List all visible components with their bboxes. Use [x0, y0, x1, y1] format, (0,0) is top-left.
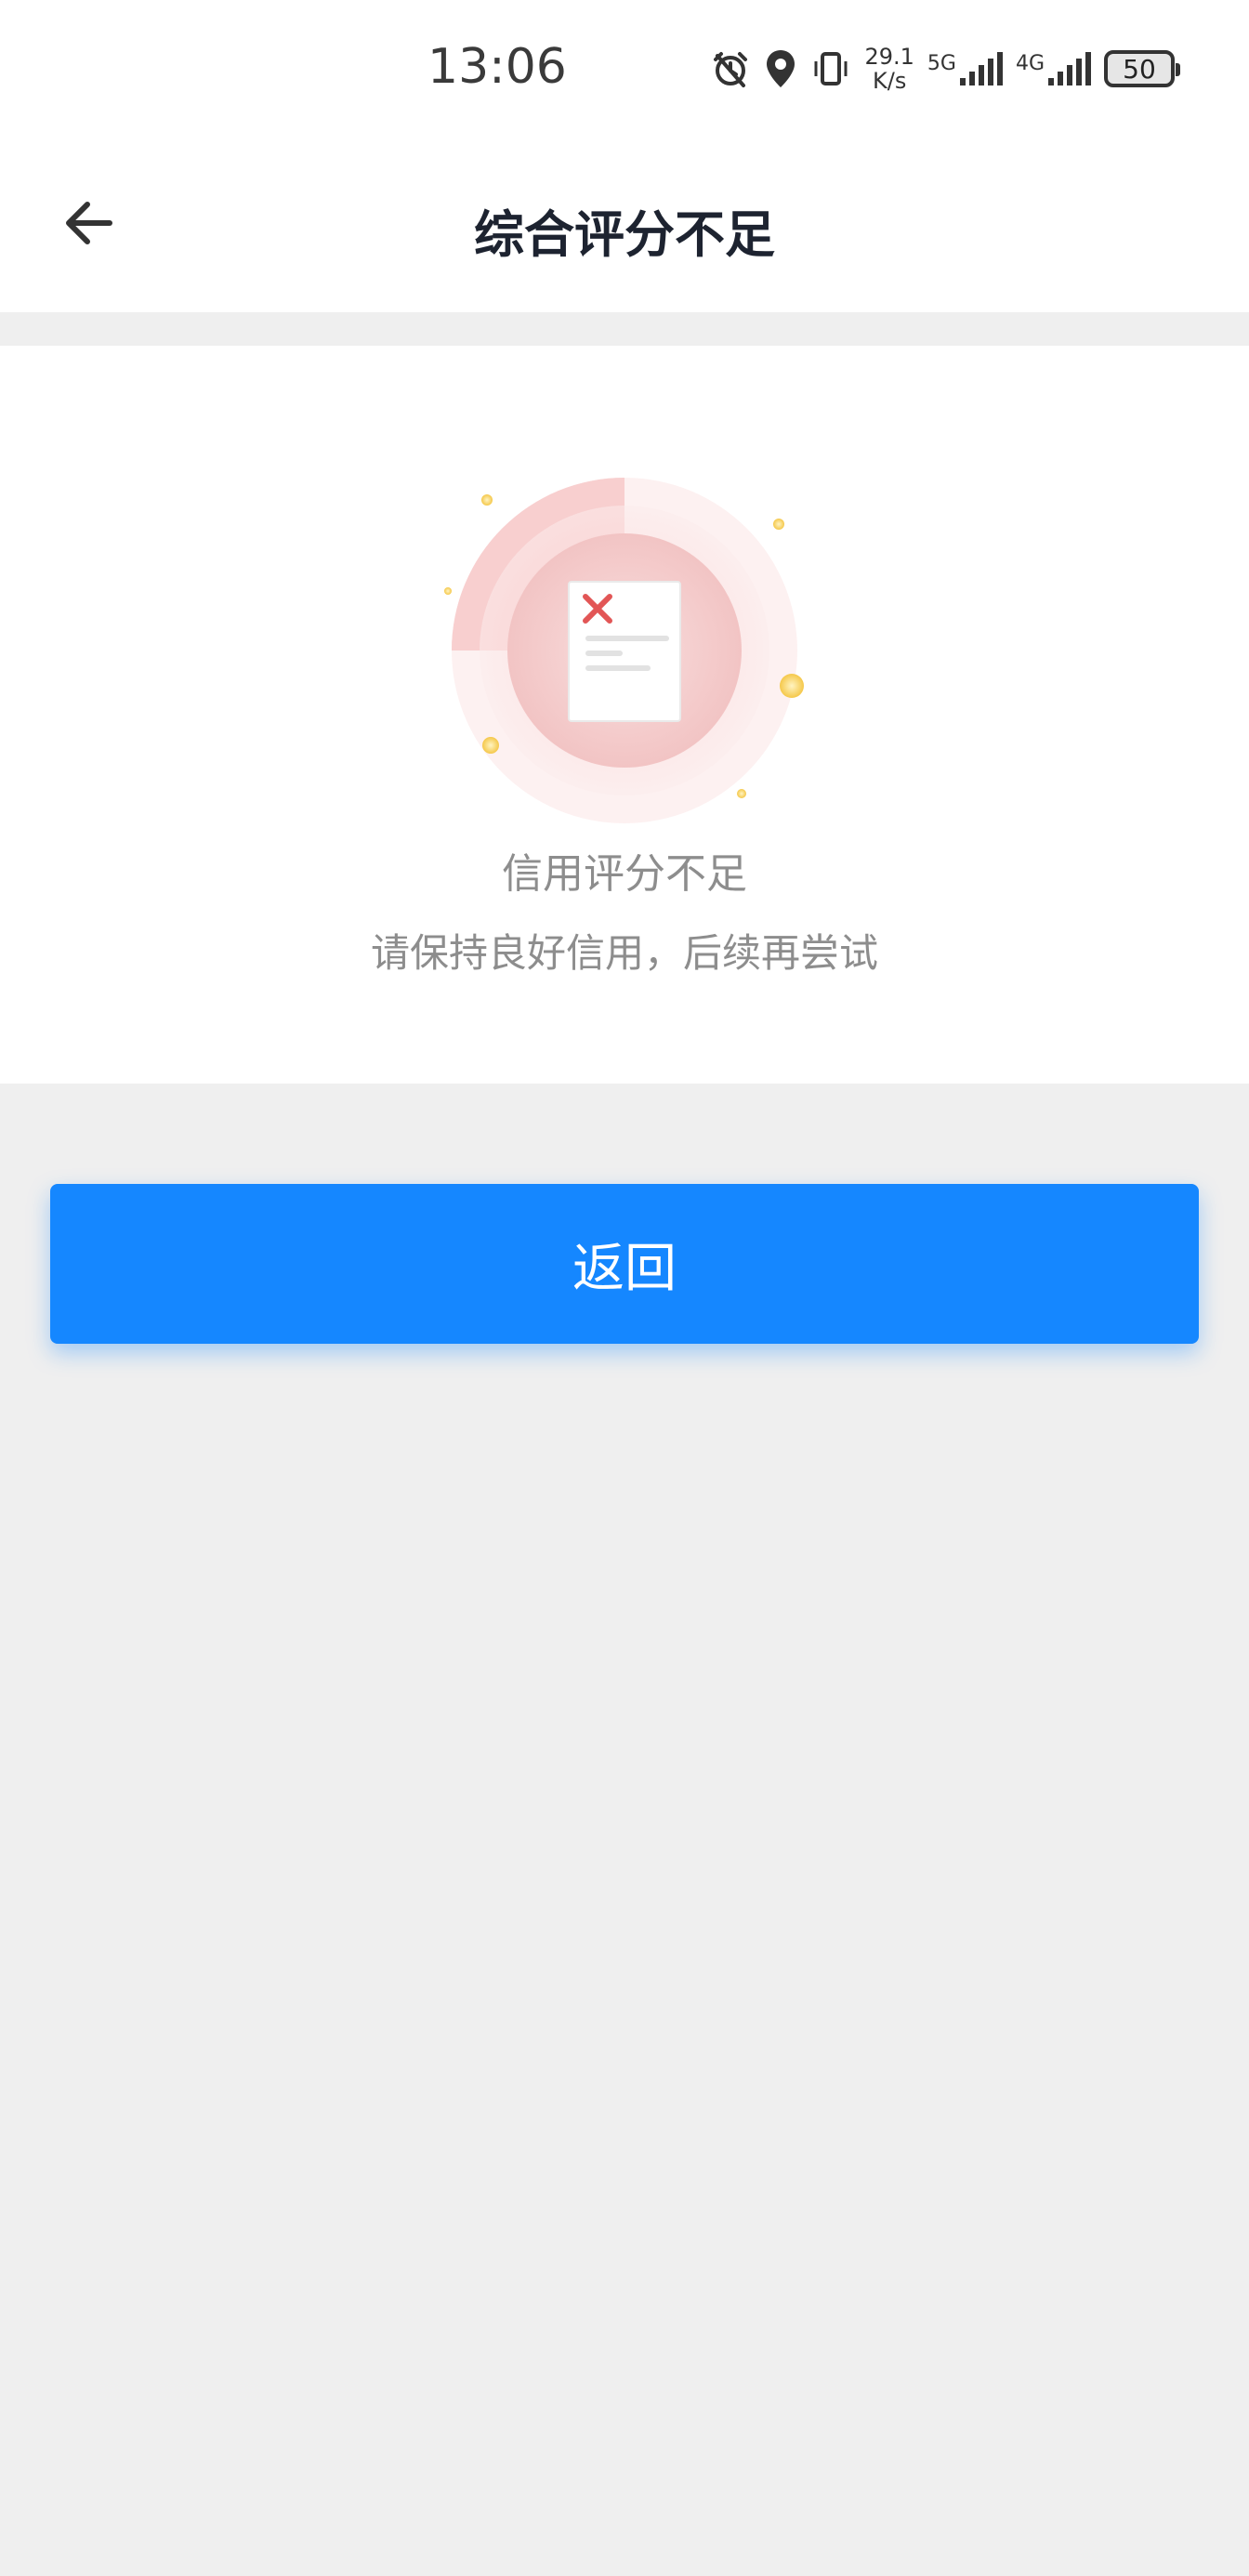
alarm-icon — [710, 48, 751, 89]
return-button[interactable]: 返回 — [50, 1184, 1199, 1344]
return-button-label: 返回 — [572, 1238, 677, 1299]
result-card: 信用评分不足 请保持良好信用，后续再尝试 — [0, 346, 1249, 1084]
status-time: 13:06 — [427, 39, 567, 95]
net-speed-value: 29.1 — [864, 44, 914, 70]
battery-level: 50 — [1123, 53, 1156, 85]
network-4g-label: 4G — [1015, 52, 1045, 75]
status-bar: 13:06 29.1 K/s 5G 4G 50 — [0, 0, 1249, 149]
status-icons: 29.1 K/s 5G 4G 50 — [710, 45, 1180, 93]
page-title: 综合评分不足 — [474, 205, 775, 264]
result-subtitle: 请保持良好信用，后续再尝试 — [370, 930, 878, 976]
nav-bar: 综合评分不足 — [0, 149, 1249, 312]
network-5g-label: 5G — [927, 52, 956, 75]
result-title: 信用评分不足 — [502, 850, 747, 898]
signal-5g-icon: 5G — [927, 52, 1003, 85]
vibrate-icon — [810, 48, 851, 89]
net-speed-unit: K/s — [873, 68, 907, 94]
battery-icon: 50 — [1104, 50, 1180, 87]
net-speed: 29.1 K/s — [864, 45, 914, 93]
credit-fail-illustration — [427, 467, 818, 838]
location-icon — [764, 48, 797, 89]
signal-4g-icon: 4G — [1016, 52, 1091, 85]
